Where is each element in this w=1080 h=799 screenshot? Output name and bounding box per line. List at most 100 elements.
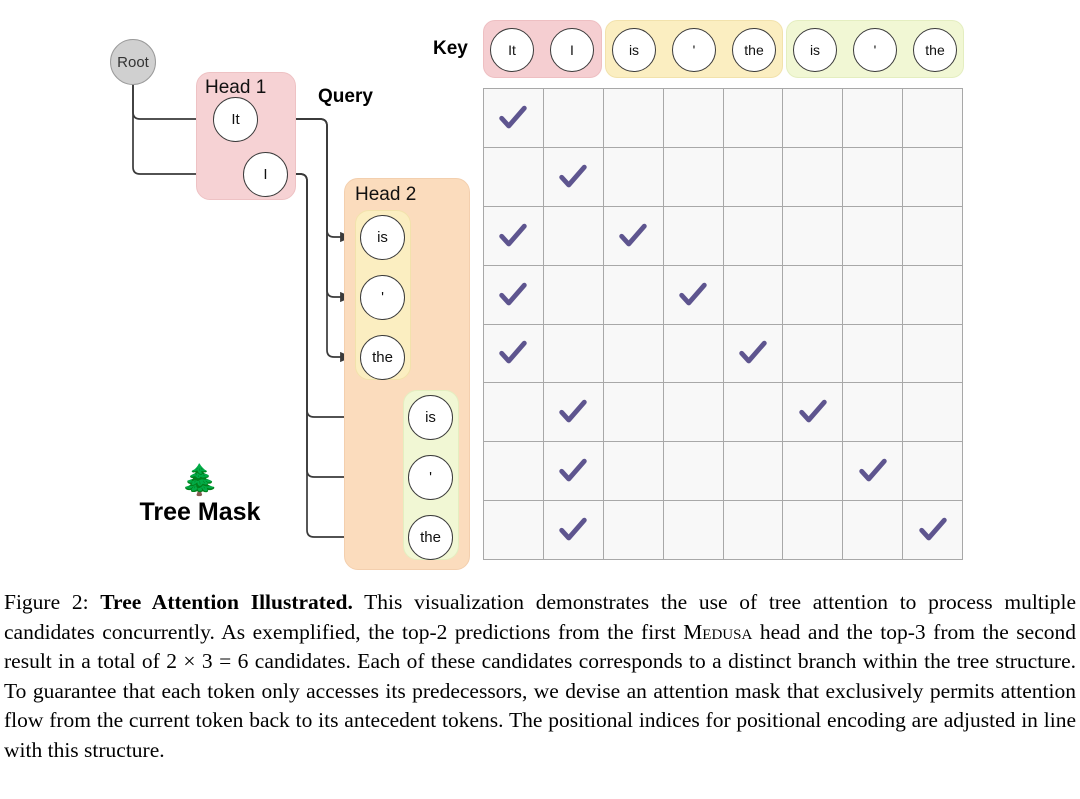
mask-cell-r3-c6[interactable] <box>783 206 844 266</box>
mask-cell-r4-c3[interactable] <box>603 265 664 325</box>
mask-cell-r3-c4[interactable] <box>663 206 724 266</box>
mask-cell-r2-c6[interactable] <box>783 147 844 207</box>
mask-cell-r3-c1[interactable] <box>484 206 544 266</box>
mask-cell-r5-c1[interactable] <box>484 324 544 384</box>
check-icon <box>559 458 588 482</box>
key-token-1-0-label: is <box>628 42 640 58</box>
mask-cell-r1-c5[interactable] <box>723 89 784 148</box>
mask-cell-r2-c8[interactable] <box>903 147 963 207</box>
tree-node-head2b-0[interactable]: is <box>408 395 453 440</box>
mask-cell-r1-c2[interactable] <box>543 89 604 148</box>
mask-cell-r1-c6[interactable] <box>783 89 844 148</box>
mask-cell-r2-c7[interactable] <box>843 147 904 207</box>
key-token-0-1[interactable]: I <box>550 28 594 72</box>
tree-node-head1-1[interactable]: I <box>243 152 288 197</box>
tree-node-head1-0[interactable]: It <box>213 97 258 142</box>
mask-cell-r5-c5[interactable] <box>723 324 784 384</box>
tree-node-head2a-1[interactable]: ' <box>360 275 405 320</box>
mask-cell-r7-c8[interactable] <box>903 442 963 502</box>
mask-cell-r5-c4[interactable] <box>663 324 724 384</box>
mask-cell-r2-c5[interactable] <box>723 147 784 207</box>
mask-cell-r2-c1[interactable] <box>484 147 544 207</box>
caption-lead: Tree Attention Illustrated. <box>100 590 353 614</box>
tree-node-root[interactable]: Root <box>110 39 156 85</box>
mask-cell-r7-c6[interactable] <box>783 442 844 502</box>
mask-cell-r4-c5[interactable] <box>723 265 784 325</box>
mask-cell-r7-c3[interactable] <box>603 442 664 502</box>
tree-node-head1-0-label: It <box>231 111 240 128</box>
key-token-0-0-label: It <box>508 42 516 58</box>
key-token-2-2-label: the <box>925 42 945 58</box>
mask-cell-r4-c4[interactable] <box>663 265 724 325</box>
mask-cell-r1-c8[interactable] <box>903 89 963 148</box>
mask-cell-r8-c2[interactable] <box>543 501 604 560</box>
mask-cell-r4-c6[interactable] <box>783 265 844 325</box>
mask-cell-r5-c7[interactable] <box>843 324 904 384</box>
key-token-1-1[interactable]: ' <box>672 28 716 72</box>
tree-node-head2b-1[interactable]: ' <box>408 455 453 500</box>
mask-cell-r6-c3[interactable] <box>603 383 664 443</box>
mask-cell-r6-c8[interactable] <box>903 383 963 443</box>
mask-cell-r1-c4[interactable] <box>663 89 724 148</box>
mask-cell-r1-c3[interactable] <box>603 89 664 148</box>
tree-node-head2a-2[interactable]: the <box>360 335 405 380</box>
mask-cell-r3-c2[interactable] <box>543 206 604 266</box>
tree-node-head2b-1-label: ' <box>429 469 432 486</box>
check-icon <box>679 282 707 305</box>
mask-cell-r4-c7[interactable] <box>843 265 904 325</box>
mask-cell-r6-c5[interactable] <box>723 383 784 443</box>
key-token-2-1[interactable]: ' <box>853 28 897 72</box>
mask-cell-r8-c4[interactable] <box>663 501 724 560</box>
mask-cell-r8-c1[interactable] <box>484 501 544 560</box>
mask-cell-r5-c3[interactable] <box>603 324 664 384</box>
key-token-2-0[interactable]: is <box>793 28 837 72</box>
mask-cell-r4-c8[interactable] <box>903 265 963 325</box>
mask-cell-r5-c8[interactable] <box>903 324 963 384</box>
mask-cell-r7-c7[interactable] <box>843 442 904 502</box>
mask-cell-r8-c5[interactable] <box>723 501 784 560</box>
check-icon <box>559 400 588 423</box>
mask-cell-r7-c4[interactable] <box>663 442 724 502</box>
key-group-0: It I <box>483 20 602 78</box>
mask-cell-r4-c1[interactable] <box>484 265 544 325</box>
caption-smallcaps: Medusa <box>683 619 753 644</box>
mask-cell-r6-c1[interactable] <box>484 383 544 443</box>
mask-cell-r3-c5[interactable] <box>723 206 784 266</box>
tree-node-head2b-2[interactable]: the <box>408 515 453 560</box>
tree-node-head2a-0[interactable]: is <box>360 215 405 260</box>
mask-cell-r8-c3[interactable] <box>603 501 664 560</box>
check-icon <box>559 517 588 541</box>
tree-node-root-label: Root <box>117 53 149 71</box>
mask-cell-r4-c2[interactable] <box>543 265 604 325</box>
mask-cell-r7-c5[interactable] <box>723 442 784 502</box>
mask-cell-r5-c6[interactable] <box>783 324 844 384</box>
mask-cell-r7-c1[interactable] <box>484 442 544 502</box>
caption-figure-number: Figure 2: <box>4 590 89 614</box>
mask-cell-r8-c8[interactable] <box>903 501 963 560</box>
mask-cell-r5-c2[interactable] <box>543 324 604 384</box>
check-icon <box>499 341 528 364</box>
mask-cell-r1-c1[interactable] <box>484 89 544 148</box>
check-icon <box>499 282 528 305</box>
key-token-1-2[interactable]: the <box>732 28 776 72</box>
mask-cell-r8-c7[interactable] <box>843 501 904 560</box>
mask-cell-r3-c7[interactable] <box>843 206 904 266</box>
mask-cell-r3-c8[interactable] <box>903 206 963 266</box>
mask-cell-r3-c3[interactable] <box>603 206 664 266</box>
mask-cell-r8-c6[interactable] <box>783 501 844 560</box>
mask-cell-r2-c4[interactable] <box>663 147 724 207</box>
key-token-1-0[interactable]: is <box>612 28 656 72</box>
key-token-0-0[interactable]: It <box>490 28 534 72</box>
tree-node-head2a-0-label: is <box>377 229 388 246</box>
mask-cell-r6-c2[interactable] <box>543 383 604 443</box>
mask-cell-r1-c7[interactable] <box>843 89 904 148</box>
mask-cell-r2-c2[interactable] <box>543 147 604 207</box>
mask-cell-r6-c7[interactable] <box>843 383 904 443</box>
mask-cell-r6-c4[interactable] <box>663 383 724 443</box>
evergreen-tree-icon: 🌲 <box>181 464 219 497</box>
key-token-2-2[interactable]: the <box>913 28 957 72</box>
mask-cell-r6-c6[interactable] <box>783 383 844 443</box>
check-icon <box>918 517 947 541</box>
mask-cell-r7-c2[interactable] <box>543 442 604 502</box>
mask-cell-r2-c3[interactable] <box>603 147 664 207</box>
